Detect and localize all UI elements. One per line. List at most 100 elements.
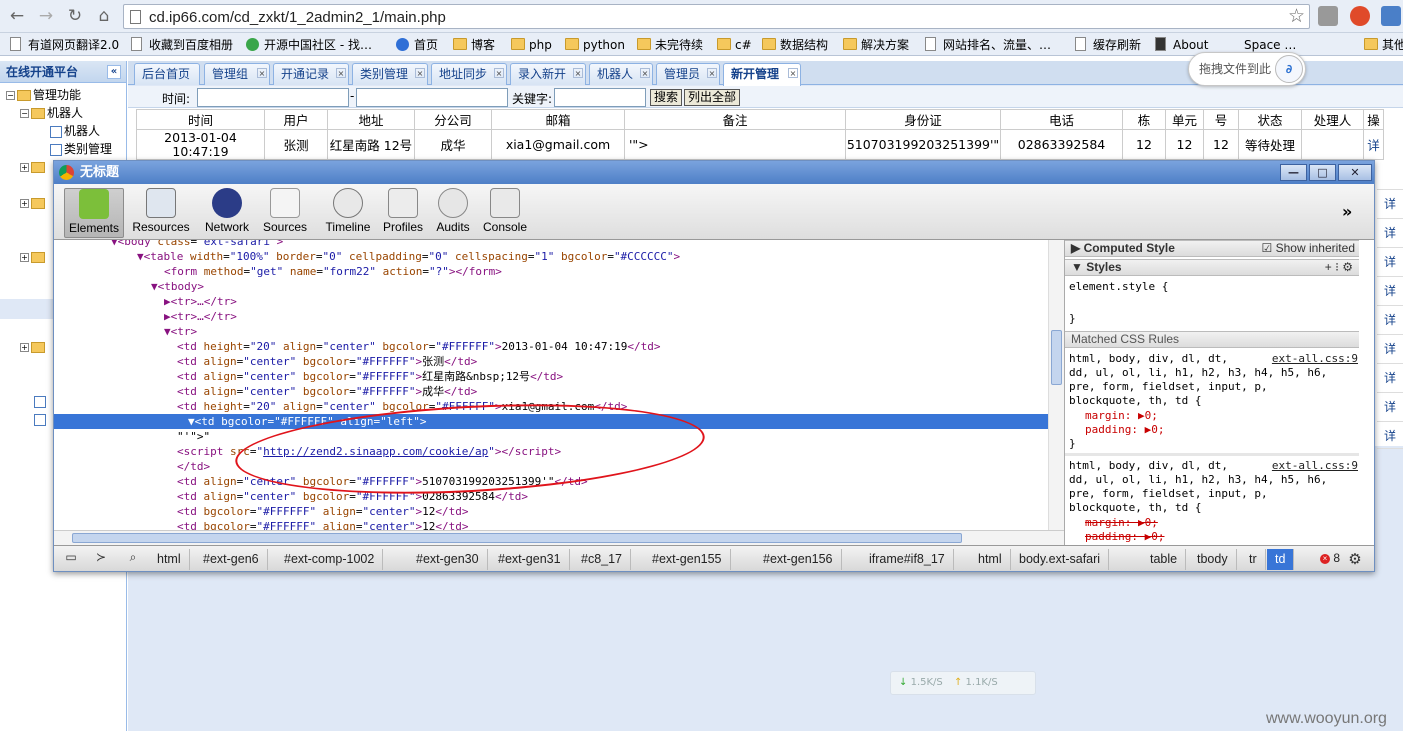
tree-node[interactable]: + <box>20 338 47 356</box>
breadcrumb-item[interactable]: html <box>970 549 1011 570</box>
tab-new-management[interactable]: 新开管理 × <box>723 63 801 86</box>
col-header[interactable]: 栋 <box>1122 109 1166 130</box>
dom-node[interactable]: ▼<tbody> <box>54 279 1049 294</box>
dom-node[interactable]: ▼<body class="ext-safari"> <box>54 240 1049 249</box>
dom-vertical-scrollbar[interactable] <box>1048 240 1064 530</box>
detail-link[interactable]: 详 <box>1377 218 1403 246</box>
back-icon[interactable]: ← <box>6 5 28 27</box>
col-header[interactable]: 状态 <box>1238 109 1302 130</box>
maximize-icon[interactable]: □ <box>1309 164 1336 181</box>
inspect-search-icon[interactable]: ⌕ <box>122 550 144 568</box>
tree-node[interactable]: + <box>20 158 47 176</box>
dom-node[interactable]: <td bgcolor="#FFFFFF" align="center">12<… <box>54 504 1049 519</box>
col-header[interactable]: 地址 <box>327 109 415 130</box>
tab-records[interactable]: 开通记录 × <box>273 63 349 85</box>
extension-icon[interactable] <box>1350 6 1370 26</box>
dom-horizontal-scrollbar[interactable] <box>54 530 1064 545</box>
dom-node[interactable]: ▼<table width="100%" border="0" cellpadd… <box>54 249 1049 264</box>
dom-tree[interactable]: ▼<body class="ext-safari"> ▼<table width=… <box>54 240 1064 530</box>
bookmark-folder[interactable]: 博客 <box>453 36 495 54</box>
bookmark-item[interactable]: 开源中国社区 - 找… <box>246 36 372 54</box>
breadcrumb-item[interactable]: tr <box>1241 549 1266 570</box>
breadcrumb-item[interactable]: td <box>1267 549 1295 570</box>
close-icon[interactable]: × <box>573 68 583 78</box>
detail-link[interactable]: 详 <box>1377 363 1403 391</box>
scroll-thumb[interactable] <box>1051 330 1062 385</box>
tree-node[interactable]: + <box>20 194 47 212</box>
dom-node[interactable]: <td height="20" align="center" bgcolor="… <box>54 339 1049 354</box>
close-icon[interactable]: × <box>640 68 650 78</box>
tree-leaf[interactable]: 类别管理 <box>50 140 112 158</box>
network-panel-button[interactable]: Network <box>200 188 254 238</box>
tab-category[interactable]: 类别管理 × <box>352 63 428 85</box>
collapse-node-icon[interactable]: − <box>6 91 15 100</box>
expand-node-icon[interactable]: + <box>20 253 29 262</box>
breadcrumb-item[interactable]: #ext-gen156 <box>755 549 842 570</box>
detail-link[interactable]: 详 <box>1377 305 1403 333</box>
bookmark-item[interactable]: 有道网页翻译2.0 <box>10 36 119 54</box>
dom-node[interactable]: <td align="center" bgcolor="#FFFFFF">028… <box>54 489 1049 504</box>
styles-actions-icon[interactable]: + ⁝ ⚙ <box>1325 260 1353 275</box>
bookmark-item[interactable]: About <box>1155 36 1208 54</box>
close-icon[interactable]: × <box>336 68 346 78</box>
expand-node-icon[interactable]: + <box>20 199 29 208</box>
dom-node[interactable]: <td align="center" bgcolor="#FFFFFF">红星南… <box>54 369 1049 384</box>
drag-file-tip[interactable]: 拖拽文件到此 ∂ <box>1188 52 1306 86</box>
breadcrumb-item[interactable]: tbody <box>1189 549 1237 570</box>
bookmark-folder[interactable]: 其他 <box>1364 36 1403 54</box>
dom-node[interactable]: <form method="get" name="form22" action=… <box>54 264 1049 279</box>
table-row[interactable]: 2013-01-04 10:47:19 张测 红星南路 12号 成华 xia1@… <box>136 129 1384 160</box>
tree-leaf[interactable]: 机器人 <box>50 122 100 140</box>
css-declaration-overridden[interactable]: padding: ▶0; <box>1085 530 1374 544</box>
bookmark-folder[interactable]: 未完待续 <box>637 36 703 54</box>
dom-node[interactable]: <td align="center" bgcolor="#FFFFFF">成华<… <box>54 384 1049 399</box>
col-header[interactable]: 身份证 <box>845 109 1001 130</box>
scroll-thumb[interactable] <box>72 533 962 543</box>
bookmark-folder[interactable]: php <box>511 36 552 54</box>
close-icon[interactable]: ✕ <box>1338 164 1372 181</box>
bookmark-folder[interactable]: c# <box>717 36 752 54</box>
minimize-icon[interactable]: — <box>1280 164 1307 181</box>
start-time-input[interactable] <box>197 88 349 107</box>
close-icon[interactable]: × <box>257 68 267 78</box>
collapse-node-icon[interactable]: − <box>20 109 29 118</box>
expand-node-icon[interactable]: + <box>20 163 29 172</box>
css-declaration[interactable]: padding: ▶0; <box>1085 423 1374 437</box>
close-icon[interactable]: × <box>788 68 798 78</box>
timeline-panel-button[interactable]: Timeline <box>318 188 378 238</box>
close-icon[interactable]: × <box>415 68 425 78</box>
devtools-titlebar[interactable]: 无标题 — □ ✕ <box>54 161 1374 184</box>
audits-panel-button[interactable]: Audits <box>432 188 474 238</box>
tab-address-sync[interactable]: 地址同步 × <box>431 63 507 85</box>
bookmark-item[interactable]: 收藏到百度相册 <box>131 36 233 54</box>
col-header[interactable]: 备注 <box>624 109 846 130</box>
tree-leaf[interactable] <box>34 392 48 410</box>
forward-icon[interactable]: → <box>35 5 57 27</box>
address-bar[interactable]: cd.ip66.com/cd_zxkt/1_2admin2_1/main.php… <box>123 4 1310 29</box>
breadcrumb-item[interactable]: #ext-gen30 <box>408 549 488 570</box>
dom-node[interactable]: ▶<tr>…</tr> <box>54 294 1049 309</box>
end-time-input[interactable] <box>356 88 508 107</box>
list-all-button[interactable]: 列出全部 <box>684 89 741 106</box>
settings-gear-icon[interactable]: ⚙ <box>1344 550 1366 568</box>
detail-link[interactable]: 详 <box>1363 129 1384 160</box>
bookmark-folder[interactable]: 数据结构 <box>762 36 828 54</box>
breadcrumb-item[interactable]: #ext-gen155 <box>644 549 731 570</box>
dock-icon[interactable]: ▭ <box>60 550 82 568</box>
resources-panel-button[interactable]: Resources <box>129 188 193 238</box>
breadcrumb-item[interactable]: html <box>149 549 190 570</box>
col-header[interactable]: 分公司 <box>414 109 492 130</box>
home-icon[interactable]: ⌂ <box>93 5 115 27</box>
network-speed-widget[interactable]: ↓ 1.5K/S ↑ 1.1K/S <box>890 671 1036 695</box>
breadcrumb-item[interactable]: table <box>1142 549 1187 570</box>
detail-link[interactable]: 详 <box>1377 334 1403 362</box>
tab-admin-group[interactable]: 管理组 × <box>204 63 270 85</box>
more-panels-icon[interactable]: » <box>1342 202 1352 221</box>
tree-leaf[interactable] <box>34 410 48 428</box>
col-header[interactable]: 操 <box>1363 109 1384 130</box>
mail-extension-icon[interactable] <box>1318 6 1338 26</box>
breadcrumb-item[interactable]: #ext-comp-1002 <box>276 549 384 570</box>
show-inherited-checkbox[interactable]: ☑ Show inherited <box>1262 241 1355 256</box>
col-header[interactable]: 号 <box>1203 109 1239 130</box>
styles-header[interactable]: ▼ Styles + ⁝ ⚙ <box>1065 259 1359 276</box>
